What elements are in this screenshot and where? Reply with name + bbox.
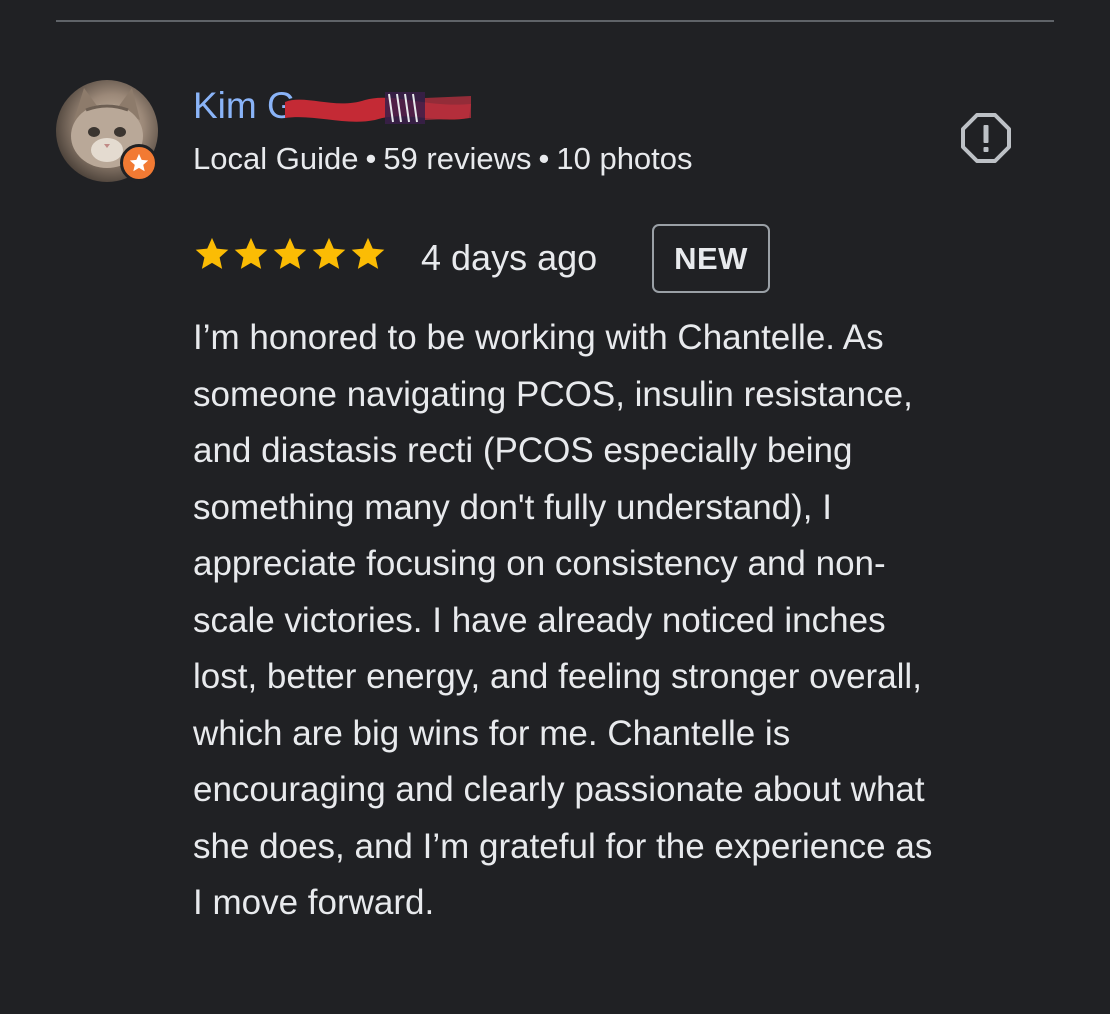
review-text-line: someone navigating PCOS, insulin resista… — [193, 374, 913, 414]
separator-dot: • — [365, 141, 377, 176]
review-text: I’m honored to be working with Chantelle… — [193, 310, 1073, 932]
new-badge: NEW — [652, 224, 770, 293]
report-icon[interactable] — [958, 110, 1014, 166]
star-icon — [195, 237, 229, 269]
star-icon — [273, 237, 307, 269]
review-text-line: something many don't fully understand), … — [193, 487, 832, 527]
review-text-line: encouraging and clearly passionate about… — [193, 770, 925, 809]
divider — [56, 20, 1054, 22]
review-date: 4 days ago — [421, 237, 598, 278]
photo-count: 10 photos — [556, 141, 693, 176]
local-guide-star-icon — [120, 144, 158, 182]
star-icon — [351, 237, 385, 269]
review-text-line: I’m honored to be working with Chantelle… — [193, 318, 884, 357]
review-text-line: and diastasis recti (PCOS especially bei… — [193, 431, 853, 470]
review-text-line: scale victories. I have already noticed … — [193, 600, 886, 640]
review-text-line: appreciate focusing on consistency and n… — [193, 544, 886, 583]
avatar[interactable] — [56, 80, 160, 184]
star-icon — [234, 237, 268, 269]
separator-dot: • — [538, 141, 550, 176]
review-text-line: she does, and I’m grateful for the exper… — [193, 826, 933, 866]
review-text-line: which are big wins for me. Chantelle is — [193, 713, 791, 753]
author-name[interactable]: Kim G — [193, 84, 296, 128]
local-guide-label: Local Guide — [193, 141, 359, 176]
review-count: 59 reviews — [383, 141, 532, 176]
redaction-mark — [285, 92, 471, 124]
review-text-line: I move forward. — [193, 883, 435, 922]
author-meta: Local Guide • 59 reviews • 10 photos — [193, 140, 693, 178]
star-icon — [312, 237, 346, 269]
star-rating — [193, 234, 388, 274]
review-text-line: lost, better energy, and feeling stronge… — [193, 657, 922, 696]
